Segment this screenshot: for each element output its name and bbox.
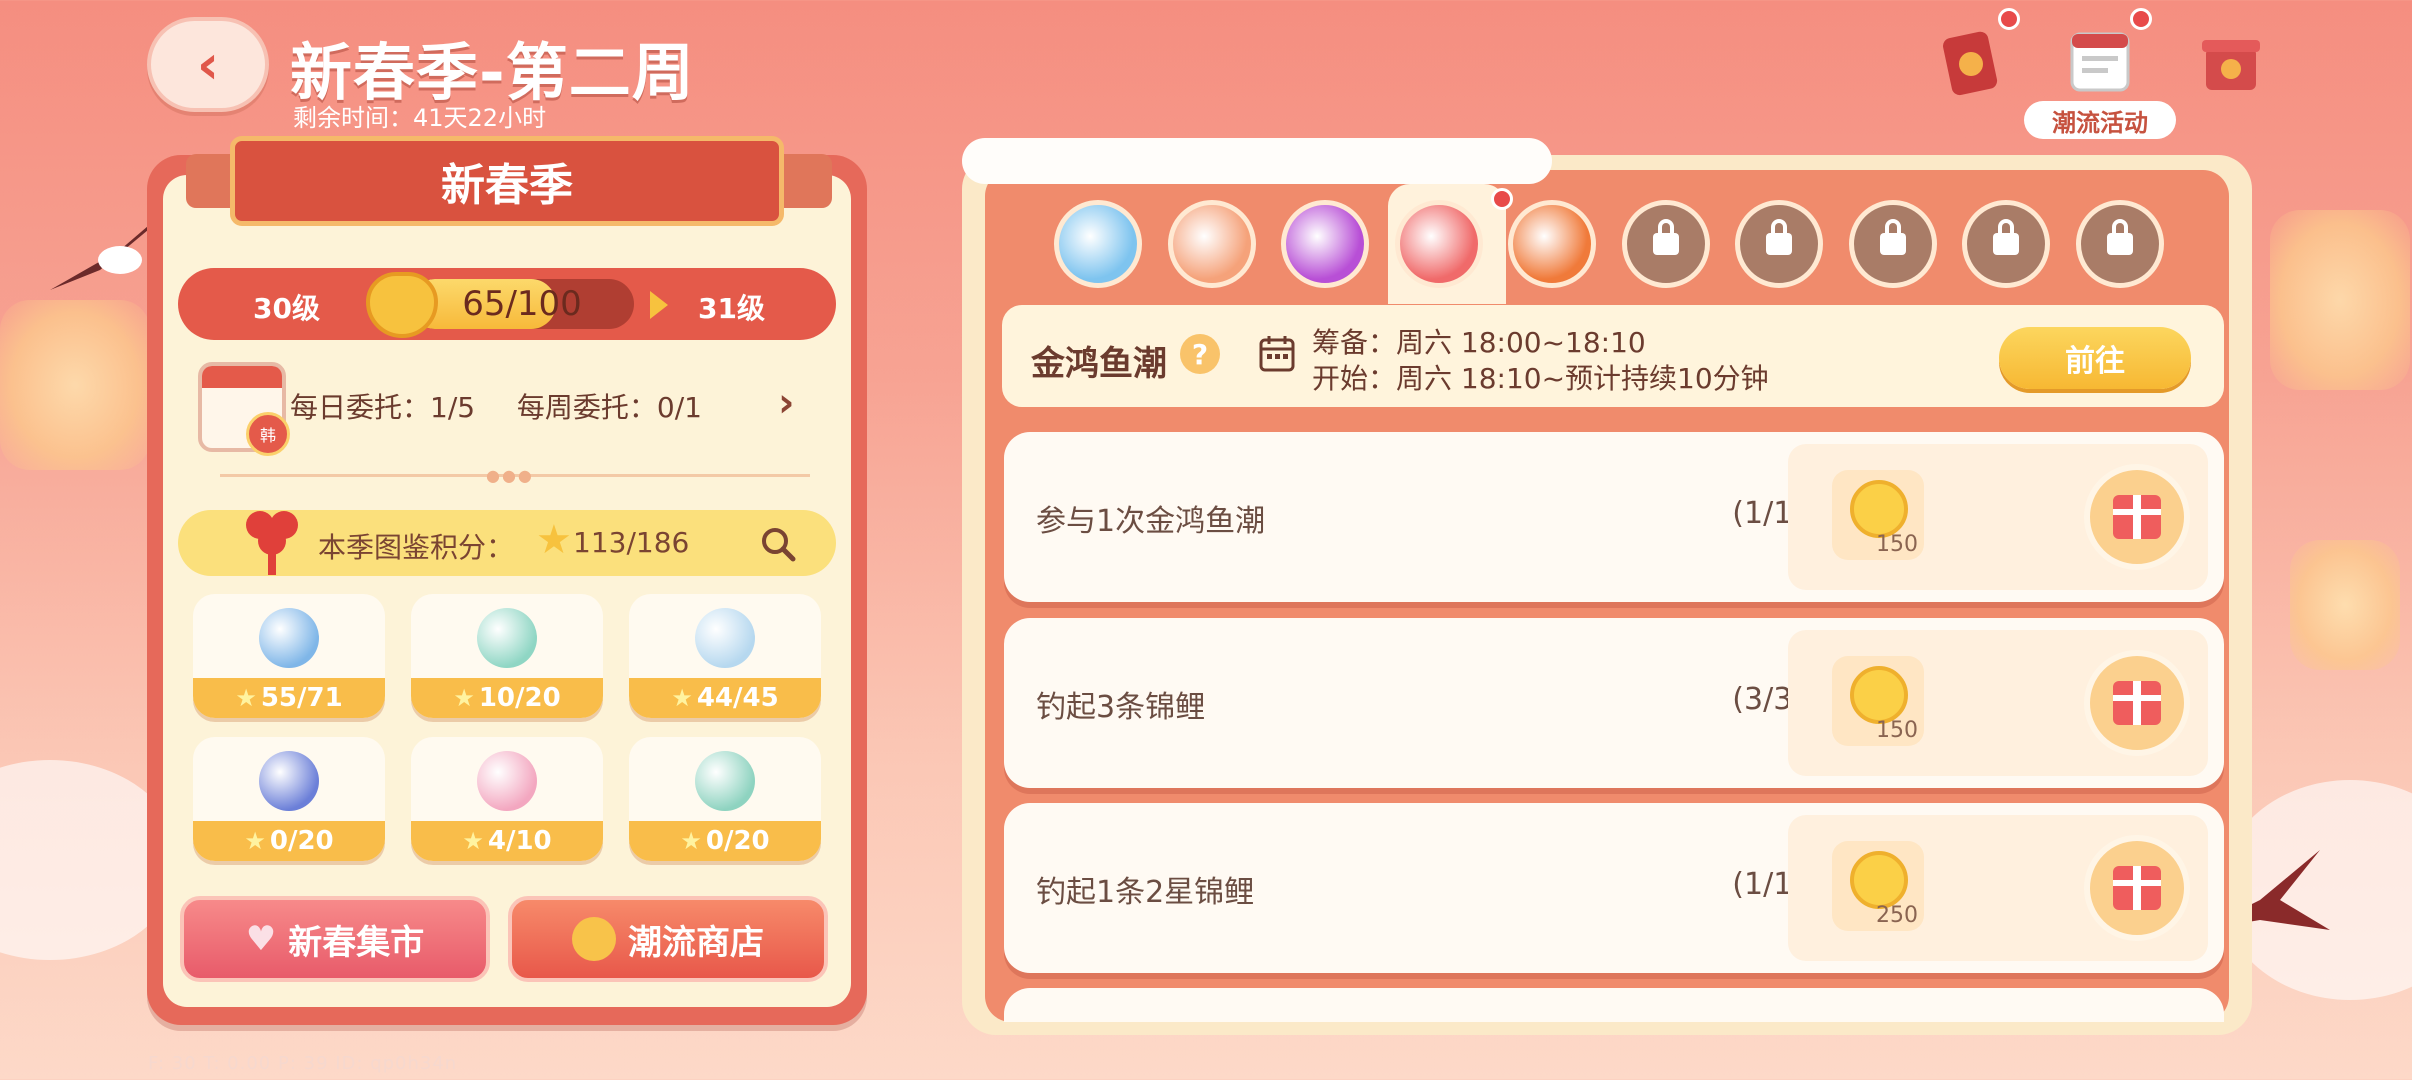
snow-decoration [962,138,1552,184]
weekly-commission: 每周委托：0/1 [516,391,702,424]
calendar-icon [1258,334,1296,374]
reward-amount: 150 [1876,718,1918,743]
lock-icon [1880,219,1906,255]
commission-summary[interactable]: 每日委托：1/5 每周委托：0/1 [290,386,702,426]
lock-icon [1766,219,1792,255]
task-count: (1/1) [1732,496,1804,531]
divider-ornament: ●●● [486,466,534,485]
go-button[interactable]: 前往 [1999,327,2191,389]
task-name: 钓起1条2星锦鲤 [1036,875,1255,910]
task-row: 钓起3条锦鲤 (3/3) 150 [1004,618,2224,788]
event-title: 金鸿鱼潮 [1031,344,1167,384]
collection-card[interactable]: ★ 55/71 [193,594,385,718]
tab-dumplings[interactable] [1168,200,1256,288]
task-count: (3/3) [1732,682,1804,717]
season-score-label: 本季图鉴积分： [318,531,515,564]
claim-gift-button[interactable] [2084,650,2190,756]
collection-card[interactable]: ★ 44/45 [629,594,821,718]
task-count: (1/1) [1732,867,1804,902]
tab-locked-1[interactable] [1622,200,1710,288]
sky-lantern [2290,540,2400,670]
trend-event-label[interactable]: 潮流活动 [2024,101,2176,139]
lock-icon [1653,219,1679,255]
dumpling-icon [695,608,755,668]
fish-icon [477,608,537,668]
lock-icon [1993,219,2019,255]
spring-market-button[interactable]: ♥ 新春集市 [180,896,490,982]
tab-locked-4[interactable] [1962,200,2050,288]
flower-coin-icon [1850,666,1908,724]
bird-icon [695,751,755,811]
task-name: 参与1次金鸿鱼潮 [1036,504,1266,539]
tab-locked-5[interactable] [2076,200,2164,288]
notification-dot [1998,8,2020,30]
chevron-right-icon[interactable]: › [778,380,794,426]
tab-music-disc[interactable] [1281,200,1369,288]
spring-market-label: 新春集市 [288,922,425,963]
collection-card[interactable]: ★ 0/20 [193,737,385,861]
flower-coin-icon [1850,480,1908,538]
flower-coin-icon [1850,851,1908,909]
reward-amount: 250 [1876,903,1918,928]
claim-gift-button[interactable] [2084,835,2190,941]
debug-info: F: 30 T: 0.00 P: 39 ID: qp0h34n [148,1053,458,1074]
reward-amount: 150 [1876,532,1918,557]
search-icon[interactable] [760,526,796,562]
season-score-value: 113/186 [573,526,690,559]
collection-card[interactable]: ★ 10/20 [411,594,603,718]
calendar-icon: 韩 [198,362,290,456]
gift-icon [2113,866,2161,910]
gift-lantern-icon[interactable] [2200,28,2262,94]
exp-progress-text: 65/100 [462,284,582,324]
tab-locked-3[interactable] [1849,200,1937,288]
butterfly-icon [259,751,319,811]
koi-icon [477,751,537,811]
task-row-partial [1004,988,2224,1022]
season-banner-title: 新春季 [441,160,573,211]
gift-icon [2113,681,2161,725]
chinese-knot-icon [240,505,304,575]
notification-dot [1491,188,1513,210]
flower-coin-icon [572,917,616,961]
collection-card[interactable]: ★ 0/20 [629,737,821,861]
help-icon[interactable]: ? [1180,334,1220,374]
star-icon: ★ [536,517,572,563]
sky-lantern [0,300,150,470]
trend-shop-label: 潮流商店 [628,922,764,963]
tab-snowman[interactable] [1054,200,1142,288]
go-button-label: 前往 [2065,344,2125,379]
calendar-badge: 韩 [246,412,290,456]
season-banner: 新春季 [230,136,784,226]
trend-shop-button[interactable]: 潮流商店 [508,896,828,982]
task-row: 参与1次金鸿鱼潮 (1/1) 150 [1004,432,2224,602]
tab-koi-event[interactable] [1395,200,1483,288]
claim-gift-button[interactable] [2084,464,2190,570]
lock-icon [2107,219,2133,255]
task-name: 钓起3条锦鲤 [1036,690,1206,725]
notification-dot [2130,8,2152,30]
daily-commission: 每日委托：1/5 [290,391,476,424]
heart-icon: ♥ [245,919,277,959]
current-level: 30级 [253,292,320,325]
collection-card[interactable]: ★ 4/10 [411,737,603,861]
calendar-board-icon[interactable] [2066,24,2136,96]
start-time: 开始：周六 18:10~预计持续10分钟 [1312,362,1769,395]
back-button[interactable]: ‹ [147,17,269,112]
arrow-right-icon [650,291,668,319]
tab-persimmon[interactable] [1508,200,1596,288]
snowman-icon [259,608,319,668]
red-envelope-icon[interactable] [1940,26,2004,96]
back-arrow-icon: ‹ [196,32,220,96]
prep-time: 筹备：周六 18:00~18:10 [1312,326,1646,359]
next-level: 31级 [698,292,765,325]
remaining-time: 剩余时间：41天22小时 [293,104,547,132]
tab-locked-2[interactable] [1735,200,1823,288]
task-row: 钓起1条2星锦鲤 (1/1) 250 [1004,803,2224,973]
sky-lantern [2270,210,2410,390]
gift-icon [2113,495,2161,539]
